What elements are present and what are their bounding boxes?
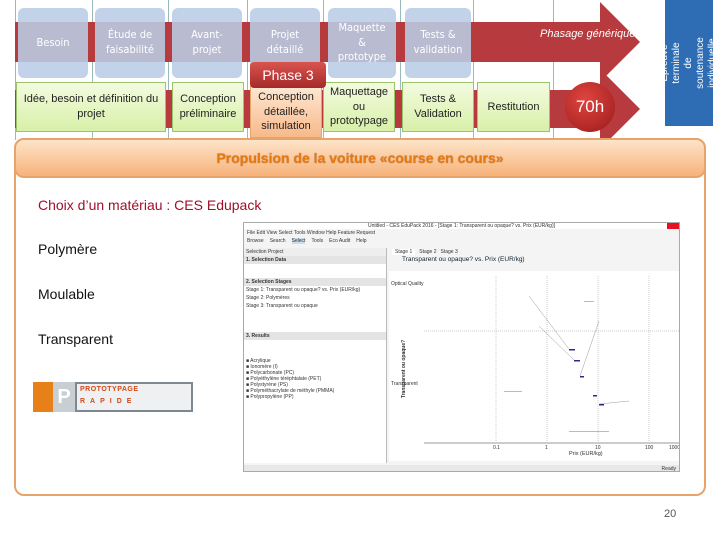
- banner-title-text: Propulsion de la voiture «course en cour…: [216, 150, 504, 166]
- x-tick: 1: [545, 445, 548, 451]
- y-category: Optical Quality: [391, 281, 424, 287]
- status-bar: Ready: [244, 465, 679, 471]
- data-point[interactable]: [569, 349, 575, 351]
- menu-item[interactable]: View: [266, 230, 277, 236]
- tab[interactable]: Stage 3: [441, 249, 458, 255]
- menu-item[interactable]: Feature Request: [338, 230, 375, 236]
- menu-bar: File Edit View Select Tools Window Help …: [247, 230, 375, 236]
- menu-item[interactable]: File: [247, 230, 255, 236]
- subtitle: Choix d’un matériau : CES Edupack: [38, 197, 262, 213]
- menu-item[interactable]: Select: [279, 230, 293, 236]
- chart-title: Transparent ou opaque? vs. Prix (EUR/kg): [402, 256, 525, 263]
- window-title-bar: Untitled - CES EduPack 2016 - [Stage 1: …: [244, 223, 679, 229]
- generic-label: Phasage générique: [540, 28, 636, 40]
- final-exam-box: Épreuve terminale de soutenance individu…: [659, 0, 718, 126]
- step-header[interactable]: 1. Selection Data: [244, 256, 386, 264]
- criterion: Polymère: [38, 241, 98, 257]
- toolbar-button[interactable]: Browse: [247, 238, 264, 244]
- tab[interactable]: Stage 2: [419, 249, 436, 255]
- project-phase: Maquettage ou prototypage: [323, 82, 395, 132]
- final-exam-text: Épreuve terminale de soutenance individu…: [659, 37, 719, 89]
- criterion: Transparent: [38, 331, 113, 347]
- duration-badge: 70h: [565, 82, 615, 132]
- result-item[interactable]: ■ Polypropylène (PP): [244, 394, 386, 400]
- menu-item[interactable]: Help: [326, 230, 336, 236]
- x-tick: 1000: [669, 445, 680, 451]
- data-point[interactable]: [599, 404, 604, 406]
- selection-project: Selection Project: [244, 248, 386, 256]
- project-phase-current: Conception détaillée, simulation: [250, 86, 322, 138]
- menu-item[interactable]: Window: [307, 230, 325, 236]
- step-header[interactable]: 2. Selection Stages: [244, 278, 386, 286]
- project-phase: Conception préliminaire: [172, 82, 244, 132]
- step-header[interactable]: 3. Results: [244, 332, 386, 340]
- project-phase: Idée, besoin et définition du projet: [16, 82, 166, 132]
- toolbar-button[interactable]: Search: [270, 238, 286, 244]
- page-number: 20: [664, 508, 677, 520]
- chart-area: Optical Quality Transparent 0.1 1 10 100…: [389, 271, 679, 461]
- project-phase: Restitution: [477, 82, 550, 132]
- x-tick: 100: [645, 445, 654, 451]
- toolbar-button[interactable]: Help: [356, 238, 366, 244]
- toolbar-button[interactable]: Select: [291, 238, 306, 244]
- data-point[interactable]: [574, 360, 580, 362]
- toolbar: Browse Search Select Tools Eco Audit Help: [247, 238, 367, 244]
- toolbar-button[interactable]: Eco Audit: [329, 238, 350, 244]
- prototypage-rapide-logo: P PROTOTYPAGE RAPIDE: [33, 382, 193, 412]
- project-phase: Tests & Validation: [402, 82, 474, 132]
- generic-phase: Avant-projet: [172, 8, 242, 78]
- data-point[interactable]: [580, 376, 584, 378]
- data-point[interactable]: [593, 395, 597, 397]
- menu-item[interactable]: Tools: [294, 230, 306, 236]
- phase-tag: Phase 3: [250, 62, 326, 88]
- criterion: Moulable: [38, 286, 95, 302]
- stage-item[interactable]: Stage 3: Transparent ou opaque: [244, 302, 386, 310]
- chart-tabs: Stage 1 Stage 2 Stage 3: [392, 249, 458, 255]
- toolbar-button[interactable]: Tools: [311, 238, 323, 244]
- chart-svg: [424, 276, 679, 444]
- left-pane: Selection Project 1. Selection Data 2. S…: [244, 248, 387, 463]
- x-tick: 0.1: [493, 445, 500, 451]
- menu-item[interactable]: Edit: [256, 230, 265, 236]
- x-axis-label: Prix (EUR/kg): [569, 451, 603, 457]
- ces-edupack-screenshot: Untitled - CES EduPack 2016 - [Stage 1: …: [243, 222, 680, 472]
- stage-item[interactable]: Stage 2: Polymères: [244, 294, 386, 302]
- generic-phase: Maquette & prototype: [328, 8, 396, 78]
- banner-title: Propulsion de la voiture «course en cour…: [14, 138, 706, 178]
- generic-phase: Besoin: [18, 8, 88, 78]
- y-axis-label: Transparent ou opaque?: [401, 339, 407, 399]
- tab[interactable]: Stage 1: [392, 249, 416, 255]
- stage-item[interactable]: Stage 1: Transparent ou opaque? vs. Prix…: [244, 286, 386, 294]
- generic-phase: Tests & validation: [405, 8, 471, 78]
- generic-phase: Étude de faisabilité: [95, 8, 165, 78]
